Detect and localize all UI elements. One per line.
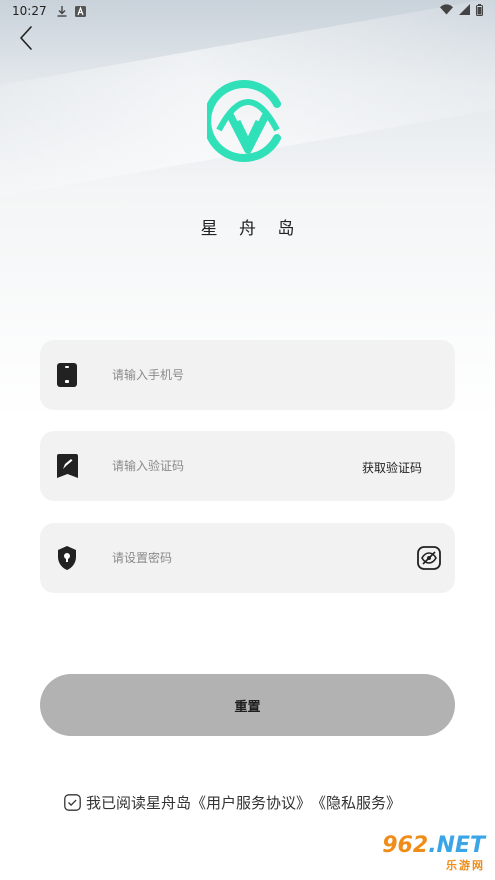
app-logo: [203, 80, 289, 162]
phone-icon: [56, 363, 78, 387]
watermark-suffix: .NET: [428, 833, 485, 858]
password-input[interactable]: [112, 543, 342, 573]
checkbox-icon[interactable]: [64, 793, 81, 811]
verify-code-icon: [56, 454, 78, 478]
code-field[interactable]: 获取验证码: [40, 431, 455, 501]
password-field[interactable]: [40, 523, 455, 593]
back-button[interactable]: [12, 24, 40, 52]
status-time: 10:27: [12, 4, 47, 18]
notification-a-icon: [74, 5, 86, 17]
agreement-row: 我已阅读星舟岛 《用户服务协议》 《隐私服务》: [64, 792, 401, 812]
watermark-logo: 962.NET 乐游网: [357, 832, 489, 876]
phone-field[interactable]: [40, 340, 455, 410]
battery-icon: [476, 3, 483, 19]
watermark-top: 962.NET: [382, 835, 485, 857]
signal-icon: [459, 4, 470, 18]
watermark-number: 962: [382, 833, 429, 858]
status-right-icons: [440, 3, 483, 19]
eye-off-icon[interactable]: [417, 546, 441, 570]
user-agreement-link[interactable]: 《用户服务协议》: [191, 792, 311, 813]
watermark-bottom: 乐游网: [446, 859, 485, 872]
download-icon: [57, 5, 67, 17]
app-name: 星 舟 岛: [200, 219, 303, 239]
privacy-link[interactable]: 《隐私服务》: [311, 792, 401, 813]
status-bar: 10:27: [0, 0, 495, 22]
code-input[interactable]: [112, 451, 342, 481]
chevron-left-icon: [20, 26, 32, 50]
get-code-button[interactable]: 获取验证码: [362, 459, 422, 476]
wifi-icon: [440, 4, 453, 18]
lock-shield-icon: [56, 546, 78, 570]
agreement-prefix: 我已阅读星舟岛: [86, 793, 192, 812]
reset-button[interactable]: 重置: [40, 674, 455, 736]
phone-input[interactable]: [112, 360, 342, 390]
